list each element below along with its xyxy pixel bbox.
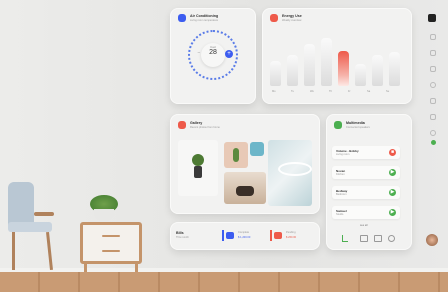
armchair [8, 182, 54, 272]
media-row[interactable]: Samuel Studio ▶ [332, 206, 400, 219]
media-row[interactable]: Nocan Kitchen ▶ [332, 166, 400, 179]
bulb-icon[interactable] [430, 82, 436, 88]
media-row[interactable]: Bedway Bedroom ▶ [332, 186, 400, 199]
user-avatar[interactable] [426, 234, 438, 246]
speaker-room: Bedroom [336, 193, 347, 196]
music-icon [334, 121, 342, 129]
energy-bar [321, 38, 332, 86]
leaf-icon[interactable] [431, 140, 436, 145]
card-title: Gallery [190, 121, 203, 125]
pending-value: $ 260.00 [286, 236, 297, 239]
gear-icon[interactable] [388, 235, 395, 242]
play-button[interactable]: ▶ [389, 189, 396, 196]
completed-icon [222, 230, 224, 241]
camera-icon[interactable] [430, 98, 436, 104]
photo-plant[interactable] [178, 140, 218, 196]
card-subtitle: Living room temperature [190, 19, 219, 22]
increase-temp-button[interactable]: + [225, 50, 233, 58]
card-subtitle: This month [176, 236, 189, 239]
day-label: We [310, 90, 314, 93]
day-label: Th [329, 90, 333, 93]
media-row[interactable]: Volume - Bobby Living room ■ [332, 146, 400, 159]
see-all-link[interactable]: see all [360, 224, 368, 227]
pending-chart-icon [274, 232, 282, 239]
pending-label: Pending [286, 231, 296, 234]
decrease-temp-button[interactable]: − [196, 50, 202, 56]
day-label: Mo [272, 90, 276, 93]
photo-architecture[interactable] [268, 140, 312, 206]
app-logo[interactable] [428, 14, 436, 22]
day-label: Sa [367, 90, 371, 93]
day-label: Su [386, 90, 390, 93]
snowflake-icon [178, 14, 186, 22]
card-title: Energy Use [282, 14, 302, 18]
bills-card[interactable]: Bills This month Complete $ 1,200.00 Pen… [170, 222, 320, 250]
card-subtitle: Recent photos from home [190, 126, 220, 129]
photo-speaker[interactable] [250, 142, 264, 156]
temperature-dial[interactable]: Cool 28 − + [188, 30, 238, 80]
energy-bar [304, 44, 315, 86]
wooden-floor [0, 268, 448, 292]
speaker-room: Studio [336, 213, 344, 216]
day-label: Fr [348, 90, 351, 93]
card-title: Multimedia [346, 121, 365, 125]
card-title: Air Conditioning [190, 14, 219, 18]
photo-motorbike[interactable] [224, 172, 266, 204]
air-conditioning-card[interactable]: Air Conditioning Living room temperature… [170, 8, 256, 104]
gallery-card[interactable]: Gallery Recent photos from home [170, 114, 320, 214]
photo-cactus[interactable] [224, 142, 248, 168]
pending-icon [270, 230, 272, 241]
home-icon[interactable] [430, 34, 436, 40]
card-title: Bills [176, 231, 184, 235]
completed-chart-icon [226, 232, 234, 239]
potted-plant [86, 195, 120, 223]
chart-icon[interactable] [430, 66, 436, 72]
image-icon [178, 121, 186, 129]
card-subtitle: Weekly overview [282, 19, 302, 22]
media-toolbar [340, 234, 400, 242]
multimedia-card[interactable]: Multimedia Connected speakers Volume - B… [326, 114, 412, 250]
chat-icon[interactable] [360, 235, 368, 242]
energy-bar [338, 51, 349, 86]
completed-value: $ 1,200.00 [238, 236, 251, 239]
day-label: Tu [291, 90, 294, 93]
energy-icon [270, 14, 278, 22]
settings-icon[interactable] [430, 130, 436, 136]
play-button[interactable]: ▶ [389, 169, 396, 176]
play-button[interactable]: ▶ [389, 209, 396, 216]
card-subtitle: Connected speakers [346, 126, 370, 129]
side-cabinet [80, 222, 146, 272]
music-note-icon[interactable] [342, 235, 348, 242]
energy-bar [355, 64, 366, 86]
grid-icon[interactable] [430, 50, 436, 56]
energy-bar [270, 61, 281, 86]
completed-label: Complete [238, 231, 250, 234]
video-icon[interactable] [374, 235, 382, 242]
lock-icon[interactable] [430, 114, 436, 120]
energy-bar [389, 52, 400, 86]
speaker-room: Kitchen [336, 173, 345, 176]
energy-card[interactable]: Energy Use Weekly overview Mo Tu We Th Fr Sa S… [262, 8, 412, 104]
play-button[interactable]: ■ [389, 149, 396, 156]
sidebar [424, 8, 442, 248]
speaker-room: Living room [336, 153, 350, 156]
energy-bar [287, 55, 298, 86]
energy-bar [372, 55, 383, 86]
